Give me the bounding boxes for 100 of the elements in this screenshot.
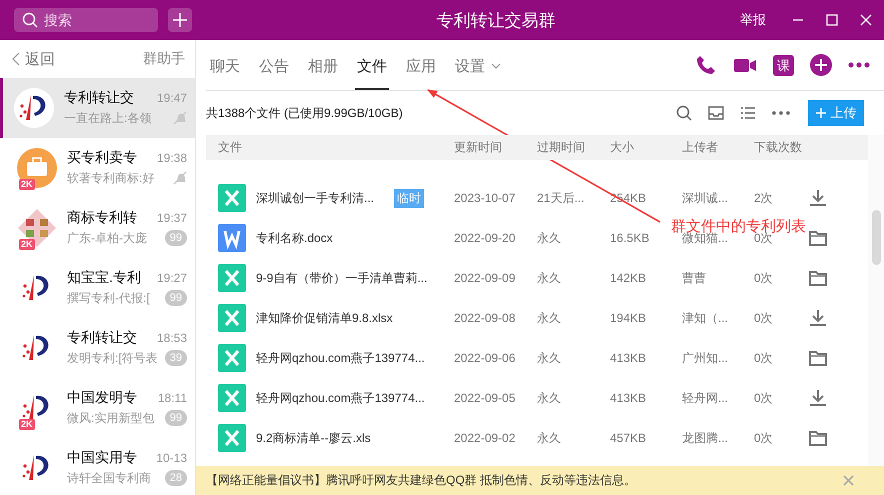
back-button[interactable]: 返回 <box>12 50 55 68</box>
table-cell-text: 深圳诚... <box>682 190 730 206</box>
more-icon[interactable] <box>772 111 790 115</box>
download-icon[interactable] <box>809 389 827 407</box>
chevron-left-icon <box>12 52 20 66</box>
column-header: 更新时间 <box>454 139 503 156</box>
folder-icon[interactable] <box>809 430 827 446</box>
table-cell-text: 0次 <box>754 430 774 446</box>
more-icon[interactable] <box>848 62 870 68</box>
chat-time: 10-13 <box>156 451 187 465</box>
level-badge: 2K <box>19 239 35 250</box>
chat-name: 买专利卖专 <box>67 149 137 167</box>
plus-icon <box>172 12 188 28</box>
chat-preview: 微风:实用新型包 <box>67 410 154 426</box>
column-header: 大小 <box>610 139 635 156</box>
table-cell-text: 曹曹 <box>682 270 707 286</box>
table-cell-text: 永久 <box>537 270 562 286</box>
phone-icon[interactable] <box>695 54 717 76</box>
table-cell-text: 津知（... <box>682 310 730 326</box>
briefcase-avatar <box>17 148 57 188</box>
table-cell-text: 2022-09-08 <box>454 311 516 325</box>
chat-time: 18:11 <box>158 391 187 405</box>
tab[interactable]: 应用 <box>404 40 438 90</box>
chat-name: 专利转让交 <box>67 329 137 347</box>
spreadsheet-file-icon <box>218 384 246 412</box>
plus-icon <box>816 108 826 118</box>
table-cell-text: 2022-09-05 <box>454 391 516 405</box>
tab[interactable]: 文件 <box>355 40 389 90</box>
chat-preview: 一直在路上:各领 <box>64 110 152 126</box>
file-name[interactable]: 轻舟网qzhou.com燕子139774... <box>256 350 425 366</box>
table-cell-text: 21天后... <box>537 190 586 206</box>
inbox-icon[interactable] <box>708 105 724 121</box>
spreadsheet-file-icon <box>218 184 246 212</box>
file-name[interactable]: 轻舟网qzhou.com燕子139774... <box>256 390 425 406</box>
chat-name: 知宝宝.专利 <box>67 269 141 287</box>
notice-text: 【网络正能量倡议书】腾讯呼吁网友共建绿色QQ群 抵制色情、反动等违法信息。 <box>206 472 636 489</box>
table-cell-text: 永久 <box>537 310 562 326</box>
video-camera-icon[interactable] <box>733 56 757 74</box>
chat-preview: 撰写专利-代报:[ <box>67 290 150 306</box>
chat-time: 19:37 <box>156 211 187 225</box>
table-cell-text: 龙图腾... <box>682 430 730 446</box>
chat-time: 19:27 <box>156 271 187 285</box>
table-cell-text: 轻舟网... <box>682 390 730 406</box>
table-cell-text: 0次 <box>754 350 774 366</box>
add-button[interactable] <box>168 8 192 32</box>
table-cell-text: 2022-09-02 <box>454 431 516 445</box>
download-icon[interactable] <box>809 309 827 327</box>
download-icon[interactable] <box>809 189 827 207</box>
chat-item[interactable]: 专利转让交 19:47 一直在路上:各领 <box>0 78 195 138</box>
scrollbar-thumb[interactable] <box>872 210 880 265</box>
table-cell-text: 0次 <box>754 390 774 406</box>
course-button[interactable]: 课 <box>773 54 794 76</box>
tab[interactable]: 设置 <box>453 40 503 90</box>
table-cell-text: 457KB <box>610 431 648 445</box>
level-badge: 2K <box>19 179 35 190</box>
group-assistant-link[interactable]: 群助手 <box>143 50 185 68</box>
maximize-icon[interactable] <box>826 14 838 26</box>
file-name[interactable]: 深圳诚创一手专利清... <box>256 190 394 206</box>
chat-name: 商标专利转 <box>67 209 137 227</box>
tab[interactable]: 聊天 <box>208 40 242 90</box>
folder-icon[interactable] <box>809 350 827 366</box>
list-icon[interactable] <box>740 106 756 120</box>
file-name[interactable]: 9-9自有（带价）一手清单曹莉... <box>256 270 428 286</box>
file-summary: 共1388个文件 (已使用9.99GB/10GB) <box>206 104 404 122</box>
chat-time: 18:53 <box>156 331 187 345</box>
table-cell-text: 永久 <box>537 430 562 446</box>
table-cell-text: 永久 <box>537 230 562 246</box>
table-cell-text: 413KB <box>610 351 648 365</box>
report-link[interactable]: 举报 <box>740 11 766 29</box>
chat-item[interactable]: 2K 买专利卖专 19:38 软著专利商标:好 <box>0 138 195 198</box>
table-cell-text: 永久 <box>537 350 562 366</box>
table-cell-text: 永久 <box>537 390 562 406</box>
chat-preview: 软著专利商标:好 <box>67 170 154 186</box>
tab[interactable]: 相册 <box>306 40 340 90</box>
file-name[interactable]: 津知降价促销清单9.8.xlsx <box>256 310 394 326</box>
table-cell-text: 0次 <box>754 310 774 326</box>
column-header: 上传者 <box>682 139 719 156</box>
spreadsheet-file-icon <box>218 424 246 452</box>
file-name[interactable]: 9.2商标清单--廖云.xls <box>256 430 394 446</box>
spreadsheet-file-icon <box>218 344 246 372</box>
logo-avatar <box>14 88 54 128</box>
search-icon[interactable] <box>676 105 692 121</box>
table-cell-text: 2022-09-09 <box>454 271 516 285</box>
column-header: 文件 <box>217 139 243 156</box>
folder-icon[interactable] <box>809 270 827 286</box>
tab[interactable]: 公告 <box>257 40 291 90</box>
table-cell-text: 413KB <box>610 391 648 405</box>
chat-name: 中国发明专 <box>67 389 137 407</box>
file-name[interactable]: 专利名称.docx <box>256 230 394 246</box>
spreadsheet-file-icon <box>218 264 246 292</box>
chat-time: 19:38 <box>156 151 187 165</box>
folder-icon[interactable] <box>809 230 827 246</box>
plus-circle-icon[interactable] <box>810 54 832 76</box>
column-header: 过期时间 <box>537 139 586 156</box>
table-cell-text: 142KB <box>610 271 648 285</box>
column-header: 下载次数 <box>754 139 803 156</box>
search-icon <box>22 12 38 28</box>
table-cell-text: 2023-10-07 <box>454 191 516 205</box>
table-cell-text: 2次 <box>754 190 774 206</box>
temporary-tag: 临时 <box>394 188 424 208</box>
